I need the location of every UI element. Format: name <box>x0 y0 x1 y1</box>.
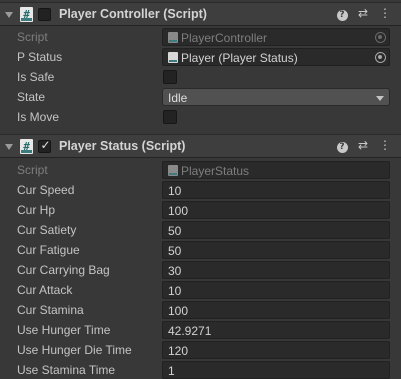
is-safe-row: Is Safe <box>0 67 401 87</box>
is-move-row: Is Move <box>0 107 401 127</box>
field-value: 10 <box>168 284 182 298</box>
field-label: Cur Speed <box>17 183 75 197</box>
cur-carrying-bag-input[interactable]: 30 <box>162 261 390 279</box>
script-object-field[interactable]: PlayerStatus <box>162 161 390 179</box>
player-controller-header[interactable]: # Player Controller (Script) ? ⇄ ⋮ <box>0 2 401 26</box>
is-move-checkbox[interactable] <box>163 110 177 124</box>
cur-attack-row: Cur Attack 10 <box>0 280 401 300</box>
dropdown-value: Idle <box>168 91 188 105</box>
component-enable-checkbox[interactable] <box>38 8 51 21</box>
help-glyph: ? <box>336 10 348 21</box>
state-dropdown[interactable]: Idle <box>162 88 390 106</box>
cur-stamina-row: Cur Stamina 100 <box>0 300 401 320</box>
field-label: Script <box>17 30 48 44</box>
field-label: Use Hunger Die Time <box>17 343 132 357</box>
use-hunger-die-time-input[interactable]: 120 <box>162 341 390 359</box>
script-icon-glyph: # <box>23 140 30 153</box>
checkmark-icon: ✓ <box>40 138 51 152</box>
cur-speed-input[interactable]: 10 <box>162 181 390 199</box>
script-asset-icon <box>168 165 178 176</box>
player-status-header[interactable]: # ✓ Player Status (Script) ? ⇄ ⋮ <box>0 134 401 158</box>
use-stamina-time-input[interactable]: 1 <box>162 361 390 379</box>
component-title: Player Status (Script) <box>59 139 186 153</box>
context-menu-icon[interactable]: ⋮ <box>377 6 393 20</box>
chevron-down-icon <box>376 96 384 101</box>
field-label: Is Move <box>17 110 60 124</box>
field-value: 100 <box>168 304 189 318</box>
help-icon[interactable]: ? <box>334 138 350 153</box>
field-label: Cur Fatigue <box>17 243 80 257</box>
cur-attack-input[interactable]: 10 <box>162 281 390 299</box>
preset-icon[interactable]: ⇄ <box>355 138 371 152</box>
cur-stamina-input[interactable]: 100 <box>162 301 390 319</box>
cur-speed-row: Cur Speed 10 <box>0 180 401 200</box>
script-row: Script PlayerController <box>0 27 401 47</box>
use-stamina-time-row: Use Stamina Time 1 <box>0 360 401 379</box>
foldout-arrow-icon[interactable] <box>5 12 13 18</box>
field-value: 100 <box>168 204 189 218</box>
script-asset-icon <box>168 52 178 63</box>
use-hunger-time-input[interactable]: 42.9271 <box>162 321 390 339</box>
cur-hp-input[interactable]: 100 <box>162 201 390 219</box>
field-label: Cur Satiety <box>17 223 77 237</box>
is-safe-checkbox[interactable] <box>163 70 177 84</box>
field-value: 42.9271 <box>168 324 212 338</box>
field-value: 50 <box>168 244 182 258</box>
field-label: Cur Hp <box>17 203 56 217</box>
script-object-field[interactable]: PlayerController <box>162 28 390 46</box>
field-label: Is Safe <box>17 70 55 84</box>
field-label: Cur Stamina <box>17 303 84 317</box>
script-row: Script PlayerStatus <box>0 160 401 180</box>
field-value: 120 <box>168 344 189 358</box>
script-icon-glyph: # <box>23 8 30 21</box>
context-menu-icon[interactable]: ⋮ <box>377 138 393 152</box>
field-label: State <box>17 90 46 104</box>
cur-satiety-row: Cur Satiety 50 <box>0 220 401 240</box>
component-title: Player Controller (Script) <box>59 7 207 21</box>
field-value: 1 <box>168 364 175 378</box>
cur-satiety-input[interactable]: 50 <box>162 221 390 239</box>
p-status-object-field[interactable]: Player (Player Status) <box>162 48 390 66</box>
use-hunger-die-time-row: Use Hunger Die Time 120 <box>0 340 401 360</box>
state-row: State Idle <box>0 87 401 107</box>
field-label: Cur Attack <box>17 283 73 297</box>
field-label: Script <box>17 163 48 177</box>
field-value: PlayerController <box>181 31 268 45</box>
help-icon[interactable]: ? <box>334 6 350 21</box>
field-label: Cur Carrying Bag <box>17 263 110 277</box>
script-icon: # <box>20 139 33 154</box>
object-picker-icon[interactable] <box>375 52 386 63</box>
field-value: 50 <box>168 224 182 238</box>
object-picker-icon[interactable] <box>375 32 386 43</box>
script-asset-icon <box>168 32 178 43</box>
field-value: 10 <box>168 184 182 198</box>
component-enable-checkbox[interactable]: ✓ <box>38 138 51 153</box>
field-label: Use Hunger Time <box>17 323 111 337</box>
cur-fatigue-input[interactable]: 50 <box>162 241 390 259</box>
script-icon: # <box>20 7 33 22</box>
cur-hp-row: Cur Hp 100 <box>0 200 401 220</box>
help-glyph: ? <box>336 142 348 153</box>
cur-carrying-bag-row: Cur Carrying Bag 30 <box>0 260 401 280</box>
preset-icon[interactable]: ⇄ <box>355 6 371 20</box>
p-status-row: P Status Player (Player Status) <box>0 47 401 67</box>
field-label: Use Stamina Time <box>17 363 116 377</box>
use-hunger-time-row: Use Hunger Time 42.9271 <box>0 320 401 340</box>
field-value: PlayerStatus <box>181 164 250 178</box>
cur-fatigue-row: Cur Fatigue 50 <box>0 240 401 260</box>
field-value: 30 <box>168 264 182 278</box>
field-value: Player (Player Status) <box>181 51 298 65</box>
foldout-arrow-icon[interactable] <box>5 144 13 150</box>
field-label: P Status <box>17 50 63 64</box>
